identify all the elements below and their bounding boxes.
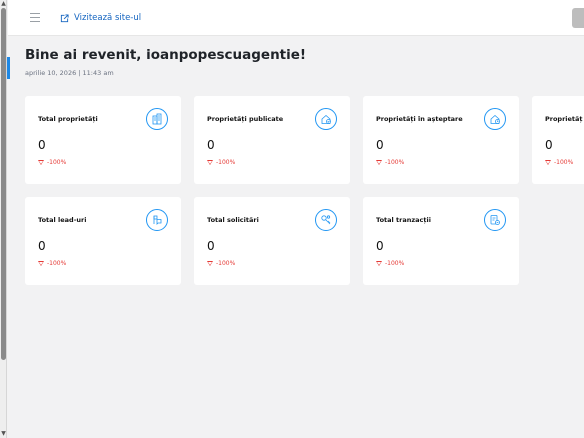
stat-card-delta: -100%: [545, 159, 573, 166]
down-triangle-icon: [207, 160, 213, 165]
stat-card-total-transactions: Total tranzacții 0 -100%: [363, 197, 519, 285]
stat-card-title: Total solicitări: [207, 216, 259, 224]
scrollbar-thumb[interactable]: [1, 8, 6, 360]
stat-card-value: 0: [376, 239, 384, 253]
visit-site-link[interactable]: Vizitează site-ul: [60, 11, 141, 25]
stat-card-delta: -100%: [207, 159, 235, 166]
stat-card-pending-properties: Proprietăți în așteptare 0 -100%: [363, 96, 519, 184]
page-title: Bine ai revenit, ioanpopescuagentie!: [25, 47, 307, 63]
stat-card-value: 0: [545, 138, 553, 152]
stat-card-value: 0: [207, 239, 215, 253]
top-header: Vizitează site-ul: [8, 0, 584, 36]
stat-card-value: 0: [207, 138, 215, 152]
stat-card-value: 0: [38, 239, 46, 253]
stat-card-title: Total lead-uri: [38, 216, 87, 224]
down-triangle-icon: [545, 160, 551, 165]
stat-card-title: Proprietăț: [545, 115, 583, 123]
page-scrollbar[interactable]: ▲ ▼: [0, 0, 7, 438]
stat-card-title: Total tranzacții: [376, 216, 431, 224]
transaction-icon: [484, 209, 506, 231]
stat-card-delta: -100%: [207, 260, 235, 267]
stat-card-title: Proprietăți în așteptare: [376, 115, 463, 123]
down-triangle-icon: [376, 160, 382, 165]
stat-card-delta: -100%: [376, 159, 404, 166]
stat-card-properties-cut: Proprietăț 0 -100%: [532, 96, 584, 184]
stat-card-delta: -100%: [38, 260, 66, 267]
stat-card-value: 0: [376, 138, 384, 152]
stat-card-value: 0: [38, 138, 46, 152]
hamburger-icon[interactable]: [30, 13, 40, 22]
stat-card-title: Total proprietăți: [38, 115, 98, 123]
stat-card-total-leads: Total lead-uri 0 -100%: [25, 197, 181, 285]
stat-card-total-properties: Total proprietăți 0 -100%: [25, 96, 181, 184]
scroll-down-arrow-icon[interactable]: ▼: [1, 431, 6, 437]
down-triangle-icon: [38, 160, 44, 165]
lead-icon: [146, 209, 168, 231]
sidebar-active-indicator: [7, 57, 10, 79]
stat-card-delta: -100%: [38, 159, 66, 166]
scroll-up-arrow-icon[interactable]: ▲: [1, 1, 6, 7]
down-triangle-icon: [38, 261, 44, 266]
stat-card-title: Proprietăți publicate: [207, 115, 284, 123]
key-icon: [315, 209, 337, 231]
user-menu-button[interactable]: [572, 8, 584, 28]
stat-card-total-requests: Total solicitări 0 -100%: [194, 197, 350, 285]
down-triangle-icon: [207, 261, 213, 266]
external-link-icon: [60, 13, 69, 22]
down-triangle-icon: [376, 261, 382, 266]
building-icon: [146, 108, 168, 130]
stat-card-published-properties: Proprietăți publicate 0 -100%: [194, 96, 350, 184]
house-check-icon: [315, 108, 337, 130]
stat-card-delta: -100%: [376, 260, 404, 267]
date-time-stamp: aprilie 10, 2026 | 11:43 am: [25, 69, 114, 77]
house-clock-icon: [484, 108, 506, 130]
visit-site-label: Vizitează site-ul: [74, 13, 142, 23]
